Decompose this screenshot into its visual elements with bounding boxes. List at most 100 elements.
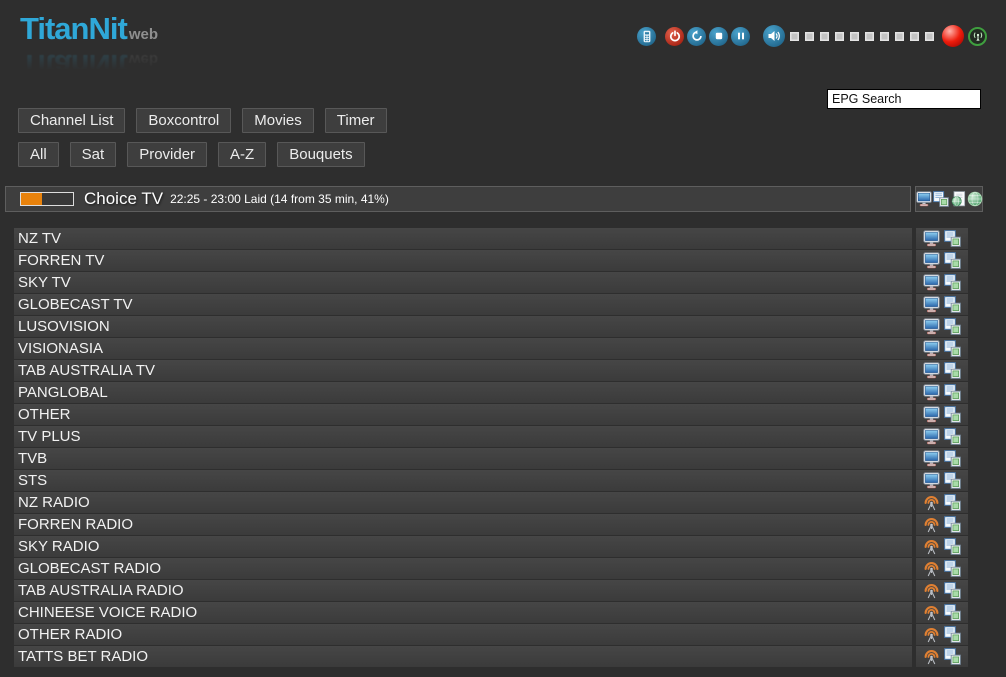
radio-antenna-icon[interactable] <box>923 538 940 555</box>
channel-name-label: FORREN TV <box>18 252 104 269</box>
monitor-icon[interactable] <box>923 252 940 269</box>
channel-name[interactable]: TAB AUSTRALIA TV <box>14 360 912 381</box>
radio-antenna-icon[interactable] <box>923 582 940 599</box>
monitor-icon[interactable] <box>923 230 940 247</box>
volume-icon[interactable] <box>763 25 785 47</box>
epg-icon[interactable] <box>944 318 961 335</box>
channel-name[interactable]: STS <box>14 470 912 491</box>
epg-icon[interactable] <box>944 406 961 423</box>
nav-button-movies[interactable]: Movies <box>242 108 314 133</box>
power-icon[interactable] <box>665 27 684 46</box>
monitor-icon[interactable] <box>916 191 932 207</box>
signal-icon[interactable] <box>968 27 987 46</box>
channel-name[interactable]: TVB <box>14 448 912 469</box>
volume-segment[interactable] <box>925 32 934 41</box>
epg-icon[interactable] <box>944 560 961 577</box>
channel-name[interactable]: LUSOVISION <box>14 316 912 337</box>
filter-button-a-z[interactable]: A-Z <box>218 142 266 167</box>
epg-icon[interactable] <box>944 384 961 401</box>
monitor-icon[interactable] <box>923 384 940 401</box>
channel-name[interactable]: SKY TV <box>14 272 912 293</box>
epg-icon[interactable] <box>944 450 961 467</box>
epg-icon[interactable] <box>944 494 961 511</box>
epg-icon[interactable] <box>944 472 961 489</box>
radio-antenna-icon[interactable] <box>923 626 940 643</box>
nav-button-channel-list[interactable]: Channel List <box>18 108 125 133</box>
monitor-icon[interactable] <box>923 340 940 357</box>
monitor-icon[interactable] <box>923 406 940 423</box>
volume-segment[interactable] <box>880 32 889 41</box>
epg-icon[interactable] <box>944 582 961 599</box>
epg-icon[interactable] <box>944 230 961 247</box>
monitor-icon[interactable] <box>923 428 940 445</box>
monitor-icon[interactable] <box>923 296 940 313</box>
monitor-icon[interactable] <box>923 362 940 379</box>
epg-icon[interactable] <box>933 191 949 207</box>
radio-antenna-icon[interactable] <box>923 560 940 577</box>
epg-search-input[interactable] <box>827 89 981 109</box>
channel-name[interactable]: TAB AUSTRALIA RADIO <box>14 580 912 601</box>
monitor-icon[interactable] <box>923 472 940 489</box>
channel-row-actions <box>916 404 968 425</box>
channel-name[interactable]: FORREN TV <box>14 250 912 271</box>
epg-icon[interactable] <box>944 516 961 533</box>
volume-segment[interactable] <box>835 32 844 41</box>
remote-icon[interactable] <box>637 27 656 46</box>
epg-icon[interactable] <box>944 626 961 643</box>
channel-name[interactable]: FORREN RADIO <box>14 514 912 535</box>
epg-icon[interactable] <box>944 648 961 665</box>
channel-name[interactable]: GLOBECAST RADIO <box>14 558 912 579</box>
volume-segment[interactable] <box>805 32 814 41</box>
stream-file-icon[interactable] <box>950 191 966 207</box>
channel-name[interactable]: PANGLOBAL <box>14 382 912 403</box>
channel-row: SKY TV <box>14 272 968 293</box>
channel-name[interactable]: NZ TV <box>14 228 912 249</box>
filter-button-provider[interactable]: Provider <box>127 142 207 167</box>
monitor-icon[interactable] <box>923 450 940 467</box>
radio-antenna-icon[interactable] <box>923 494 940 511</box>
monitor-icon[interactable] <box>923 318 940 335</box>
volume-segment[interactable] <box>865 32 874 41</box>
channel-name[interactable]: TV PLUS <box>14 426 912 447</box>
channel-row-actions <box>916 228 968 249</box>
volume-segment[interactable] <box>910 32 919 41</box>
channel-name[interactable]: VISIONASIA <box>14 338 912 359</box>
radio-antenna-icon[interactable] <box>923 516 940 533</box>
epg-icon[interactable] <box>944 274 961 291</box>
volume-segment[interactable] <box>790 32 799 41</box>
monitor-icon[interactable] <box>923 274 940 291</box>
channel-name-label: PANGLOBAL <box>18 384 108 401</box>
epg-icon[interactable] <box>944 296 961 313</box>
channel-name[interactable]: OTHER RADIO <box>14 624 912 645</box>
pause-icon[interactable] <box>731 27 750 46</box>
epg-icon[interactable] <box>944 538 961 555</box>
channel-name-label: GLOBECAST RADIO <box>18 560 161 577</box>
globe-icon[interactable] <box>967 191 983 207</box>
refresh-icon[interactable] <box>687 27 706 46</box>
volume-segment[interactable] <box>895 32 904 41</box>
filter-button-sat[interactable]: Sat <box>70 142 117 167</box>
channel-name[interactable]: SKY RADIO <box>14 536 912 557</box>
volume-segment[interactable] <box>820 32 829 41</box>
channel-name[interactable]: CHINEESE VOICE RADIO <box>14 602 912 623</box>
filter-button-bouquets[interactable]: Bouquets <box>277 142 364 167</box>
channel-name[interactable]: OTHER <box>14 404 912 425</box>
stop-icon[interactable] <box>709 27 728 46</box>
volume-segment[interactable] <box>850 32 859 41</box>
epg-icon[interactable] <box>944 604 961 621</box>
channel-name[interactable]: TATTS BET RADIO <box>14 646 912 667</box>
epg-icon[interactable] <box>944 362 961 379</box>
channel-name[interactable]: GLOBECAST TV <box>14 294 912 315</box>
nav-button-timer[interactable]: Timer <box>325 108 387 133</box>
record-indicator[interactable] <box>942 25 964 47</box>
epg-icon[interactable] <box>944 340 961 357</box>
filter-button-all[interactable]: All <box>18 142 59 167</box>
radio-antenna-icon[interactable] <box>923 648 940 665</box>
epg-icon[interactable] <box>944 428 961 445</box>
channel-name[interactable]: NZ RADIO <box>14 492 912 513</box>
main-nav: Channel List Boxcontrol Movies Timer <box>18 108 398 133</box>
nav-button-boxcontrol[interactable]: Boxcontrol <box>136 108 231 133</box>
epg-icon[interactable] <box>944 252 961 269</box>
radio-antenna-icon[interactable] <box>923 604 940 621</box>
channel-row-actions <box>916 470 968 491</box>
